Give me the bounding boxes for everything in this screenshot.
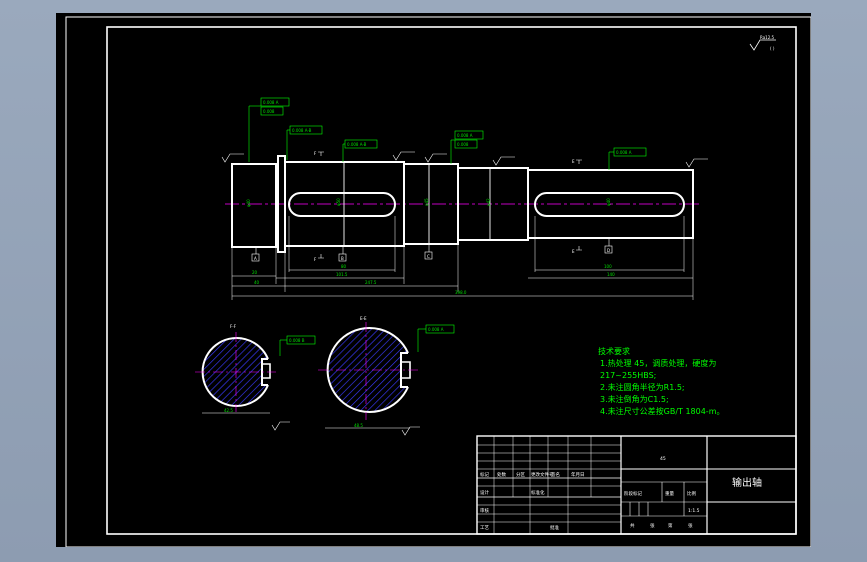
tech-line-4: 3.未注倒角为C1.5; (600, 394, 669, 404)
svg-text:φ45: φ45 (424, 198, 429, 206)
svg-text:48.5: 48.5 (354, 423, 363, 428)
svg-text:处数: 处数 (497, 471, 506, 478)
section-view-e: 48.5 E-E (318, 316, 420, 429)
svg-text:设计: 设计 (480, 489, 489, 496)
svg-text:批准: 批准 (550, 524, 559, 531)
svg-text:比例: 比例 (687, 490, 696, 497)
section-view-f: 42.5 F-F (195, 324, 276, 414)
svg-text:E: E (572, 159, 575, 164)
svg-text:100: 100 (604, 264, 612, 269)
svg-text:C: C (427, 254, 430, 259)
svg-text:F-F: F-F (230, 324, 237, 329)
svg-text:张: 张 (688, 522, 693, 529)
datum-markers (251, 238, 613, 262)
svg-text:0.008 A: 0.008 A (263, 100, 279, 105)
svg-text:E: E (572, 249, 575, 254)
svg-text:0.008 B: 0.008 B (289, 338, 305, 343)
svg-text:0.008: 0.008 (263, 109, 275, 114)
svg-text:B: B (341, 256, 344, 261)
tech-heading: 技术要求 (598, 346, 630, 356)
dimension-lines (231, 216, 694, 300)
svg-text:F: F (314, 151, 317, 156)
svg-text:φ50: φ50 (336, 198, 341, 206)
svg-text:0.008 A-B: 0.008 A-B (292, 128, 312, 133)
part-name: 输出轴 (732, 476, 762, 489)
svg-text:张: 张 (650, 522, 655, 529)
section-cut-markers (318, 151, 582, 259)
svg-text:标准化: 标准化 (531, 489, 545, 496)
shaft-diameter-labels: φ40 φ50 φ45 φ42 φ40 (246, 198, 611, 207)
svg-text:0.008: 0.008 (457, 142, 469, 147)
svg-text:247.5: 247.5 (365, 280, 377, 285)
svg-text:398.0: 398.0 (455, 290, 467, 295)
tech-line-2: 217~255HBS; (600, 371, 656, 380)
svg-text:Ra12.5: Ra12.5 (760, 35, 775, 40)
tech-line-5: 4.未注尺寸公差按GB/T 1804-m。 (600, 406, 724, 416)
svg-text:标记: 标记 (480, 471, 489, 478)
svg-text:( ): ( ) (770, 46, 775, 51)
material: 45 (660, 456, 666, 462)
svg-text:D: D (607, 248, 610, 253)
svg-text:0.008 A: 0.008 A (457, 133, 473, 138)
svg-text:42.5: 42.5 (224, 408, 233, 413)
cad-viewport[interactable]: Ra12.5 ( ) φ40 φ50 φ45 φ42 φ40 0.008 A 0… (56, 13, 811, 547)
svg-text:φ40: φ40 (606, 198, 611, 206)
svg-text:80: 80 (341, 264, 347, 269)
svg-text:签名: 签名 (551, 471, 560, 478)
svg-text:0.008 A: 0.008 A (428, 327, 444, 332)
svg-text:共: 共 (630, 522, 635, 529)
svg-text:0.008 A: 0.008 A (616, 150, 632, 155)
svg-text:20: 20 (252, 270, 258, 275)
svg-text:0.008 A-B: 0.008 A-B (347, 142, 367, 147)
tolerance-frames (248, 97, 647, 356)
svg-text:阶段标记: 阶段标记 (624, 490, 642, 497)
svg-text:工艺: 工艺 (480, 525, 489, 531)
svg-text:140: 140 (607, 272, 615, 277)
svg-text:分区: 分区 (516, 471, 525, 478)
tolerance-texts: 0.008 A 0.008 0.008 A-B 0.008 A-B 0.008 … (263, 100, 632, 343)
tech-line-3: 2.未注圆角半径为R1.5; (600, 382, 685, 392)
svg-text:A: A (254, 256, 257, 261)
svg-text:101.5: 101.5 (336, 272, 348, 277)
engineering-drawing: Ra12.5 ( ) φ40 φ50 φ45 φ42 φ40 0.008 A 0… (65, 16, 811, 547)
drawing-frame (65, 16, 811, 547)
svg-text:年月日: 年月日 (571, 471, 585, 478)
dimension-texts: 80 20 101.5 40 247.5 398.0 100 140 (252, 264, 615, 295)
svg-text:φ42: φ42 (486, 198, 491, 206)
svg-text:重量: 重量 (665, 490, 674, 497)
tech-line-1: 1.热处理 45，调质处理，硬度为 (600, 358, 716, 368)
svg-text:审核: 审核 (480, 507, 489, 514)
svg-text:F: F (314, 257, 317, 262)
svg-text:第: 第 (668, 522, 673, 529)
svg-text:φ40: φ40 (246, 199, 251, 207)
svg-text:40: 40 (254, 280, 260, 285)
roughness-symbol-global: Ra12.5 ( ) (749, 35, 776, 51)
svg-text:E-E: E-E (360, 316, 367, 321)
scale-value: 1:1.5 (688, 508, 700, 514)
technical-requirements: 技术要求 1.热处理 45，调质处理，硬度为 217~255HBS; 2.未注圆… (598, 346, 724, 416)
